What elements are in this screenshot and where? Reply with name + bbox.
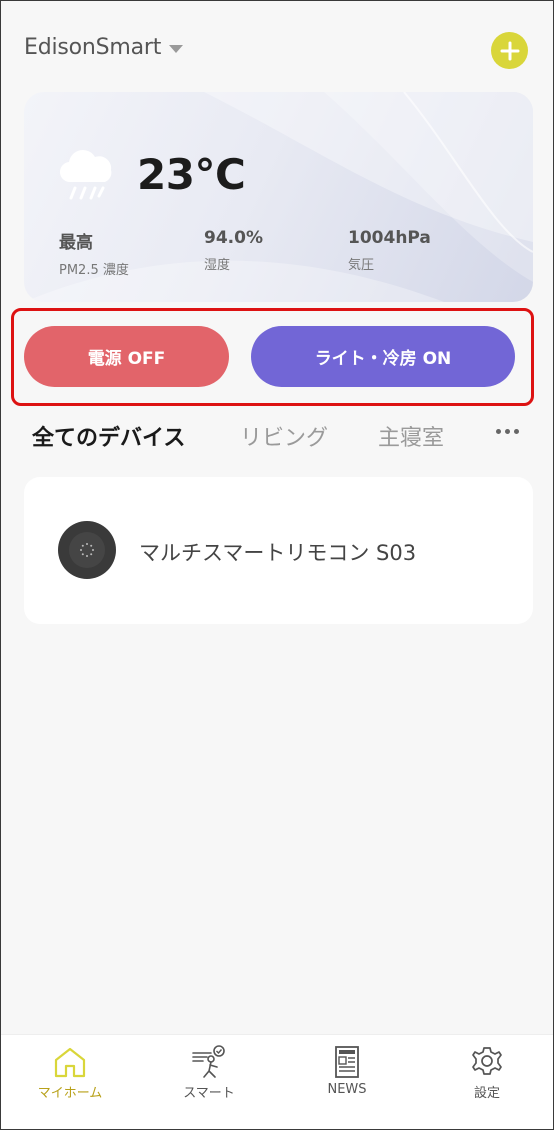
- gear-icon: [472, 1047, 502, 1075]
- stat-pm25-value: 最高: [59, 233, 93, 253]
- stat-pm25-label: PM2.5 濃度: [59, 263, 129, 278]
- stat-humidity-value: 94.0%: [204, 228, 263, 248]
- tab-master-bedroom[interactable]: 主寝室: [378, 420, 444, 452]
- nav-settings-label: 設定: [473, 1086, 500, 1101]
- stat-pressure-value: 1004hPa: [348, 228, 431, 248]
- stat-humidity: 94.0% 湿度: [204, 228, 263, 273]
- newspaper-icon: [335, 1046, 359, 1078]
- nav-my-home[interactable]: マイホーム: [20, 1035, 120, 1101]
- rain-cloud-icon: [59, 149, 112, 200]
- stat-pm25: 最高 PM2.5 濃度: [59, 228, 129, 278]
- home-selector[interactable]: EdisonSmart: [24, 35, 184, 60]
- app-screen: EdisonSmart 23°C 最高 PM2.5 濃度 94.0% 湿度 10…: [0, 0, 554, 1130]
- weather-card: 23°C 最高 PM2.5 濃度 94.0% 湿度 1004hPa 気圧: [24, 92, 533, 302]
- caret-down-icon: [169, 44, 184, 53]
- more-horizontal-icon[interactable]: [496, 429, 519, 434]
- tab-all-devices[interactable]: 全てのデバイス: [32, 420, 185, 452]
- tab-living[interactable]: リビング: [240, 420, 328, 452]
- stat-pressure: 1004hPa 気圧: [348, 228, 431, 273]
- temperature: 23°C: [137, 150, 246, 199]
- smart-scene-icon: [192, 1045, 225, 1078]
- add-device-button[interactable]: [491, 32, 528, 69]
- plus-icon: [500, 41, 519, 60]
- remote-hub-icon: [58, 521, 116, 579]
- nav-smart-label: スマート: [183, 1086, 235, 1101]
- home-name: EdisonSmart: [24, 35, 162, 60]
- light-cool-on-button[interactable]: ライト・冷房 ON: [251, 326, 515, 387]
- home-icon: [54, 1047, 86, 1078]
- nav-news-label: NEWS: [327, 1082, 367, 1097]
- nav-settings[interactable]: 設定: [437, 1035, 537, 1101]
- stat-humidity-label: 湿度: [204, 258, 231, 273]
- device-card[interactable]: マルチスマートリモコン S03: [24, 477, 533, 624]
- nav-news[interactable]: NEWS: [297, 1035, 397, 1097]
- stat-pressure-label: 気圧: [348, 258, 375, 273]
- bottom-nav: マイホーム スマート NEWS 設定: [1, 1034, 553, 1129]
- nav-my-home-label: マイホーム: [37, 1086, 103, 1101]
- nav-smart[interactable]: スマート: [159, 1035, 259, 1101]
- device-name: マルチスマートリモコン S03: [139, 541, 417, 565]
- power-off-button[interactable]: 電源 OFF: [24, 326, 229, 387]
